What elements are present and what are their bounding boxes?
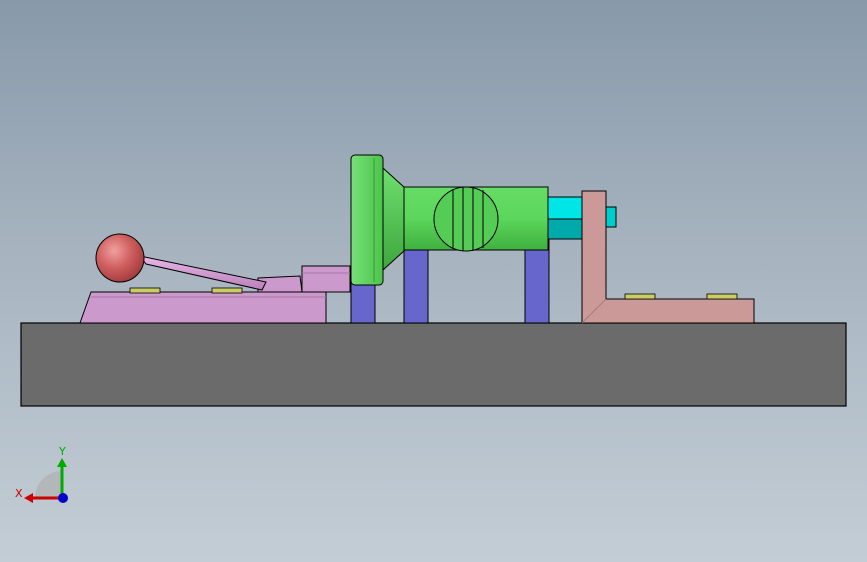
- handle-knob[interactable]: [95, 233, 145, 283]
- graphics-viewport[interactable]: Y X: [0, 0, 867, 562]
- cone-section[interactable]: [382, 166, 406, 272]
- reference-triad: Y X: [15, 445, 68, 503]
- bolt-head: [129, 287, 161, 294]
- clamp-upper-block[interactable]: [257, 265, 351, 293]
- bolt-head: [624, 293, 656, 300]
- cylinder-boss: [433, 186, 499, 252]
- x-axis-label: X: [15, 487, 23, 500]
- bolt-head: [706, 293, 738, 300]
- y-axis-label: Y: [58, 445, 66, 458]
- bolt-head: [211, 287, 243, 294]
- model-view[interactable]: Y X: [0, 0, 867, 562]
- triad-quadrant: [35, 471, 62, 498]
- toggle-clamp-base[interactable]: [79, 287, 327, 324]
- cylinder-body[interactable]: [403, 186, 549, 252]
- base-plate[interactable]: [20, 322, 847, 407]
- toggle-handle[interactable]: [138, 255, 267, 291]
- z-axis-dot: [58, 493, 68, 503]
- flange[interactable]: [350, 154, 384, 286]
